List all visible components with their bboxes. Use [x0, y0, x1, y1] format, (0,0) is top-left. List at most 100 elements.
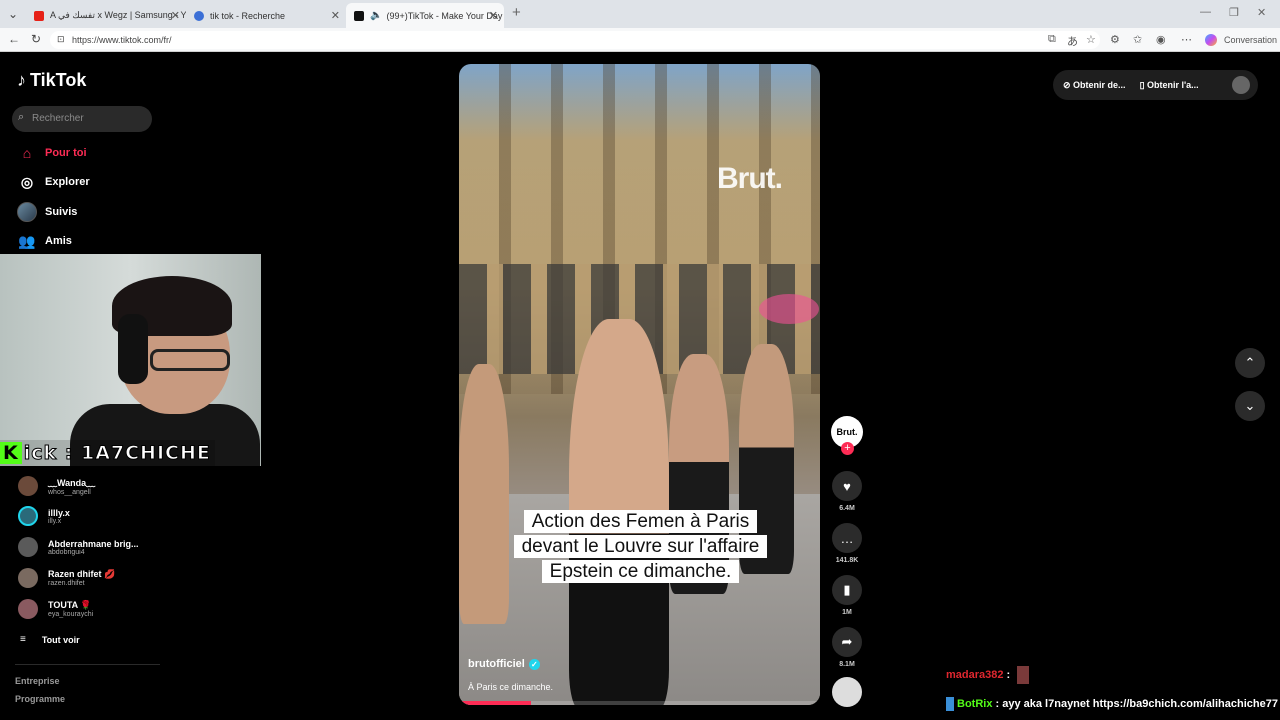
- search-input[interactable]: ⌕ Rechercher: [12, 106, 152, 132]
- tab-title: tik tok - Recherche: [210, 10, 286, 21]
- tiktok-logo[interactable]: ♪ TikTok: [17, 70, 86, 91]
- get-app-button[interactable]: ▯ Obtenir l'a...: [1140, 80, 1199, 91]
- avatar: [18, 476, 38, 496]
- logo-text: TikTok: [30, 70, 87, 90]
- see-all-label: Tout voir: [41, 634, 80, 645]
- url-field[interactable]: ⊡ https://www.tiktok.com/fr/: [50, 31, 1100, 49]
- account-handle: razen.dhifet: [48, 580, 85, 587]
- back-icon[interactable]: ←: [8, 32, 20, 46]
- kick-channel-name: ick : 1A7CHICHE: [23, 442, 211, 465]
- sound-button[interactable]: [831, 677, 863, 707]
- close-tab-icon[interactable]: ✕: [489, 9, 498, 22]
- maximize-icon[interactable]: ❐: [1229, 6, 1239, 19]
- share-button[interactable]: ➦ 8.1M: [831, 627, 863, 668]
- address-bar: ← ↻ ⊡ https://www.tiktok.com/fr/ ⧉ あ ☆ ⚙…: [0, 28, 1280, 52]
- conversation-button[interactable]: Conversation: [1224, 35, 1277, 45]
- video-progress-bar[interactable]: [459, 701, 820, 705]
- protester: [459, 364, 509, 624]
- minimize-icon[interactable]: —: [1200, 6, 1211, 18]
- comment-icon: …: [832, 523, 862, 553]
- open-in-app-icon[interactable]: ⧉: [1048, 33, 1056, 46]
- footer-link-company[interactable]: Entreprise: [15, 676, 60, 686]
- audio-playing-icon[interactable]: 🔈: [370, 10, 382, 21]
- see-all-button[interactable]: ≡ Tout voir: [18, 634, 80, 645]
- get-coins-button[interactable]: ⊘ Obtenir de...: [1063, 80, 1126, 91]
- video-progress-fill: [459, 701, 532, 705]
- close-tab-icon[interactable]: ✕: [331, 9, 340, 22]
- caption-line: Action des Femen à Paris: [523, 510, 758, 533]
- bot-badge-icon: [946, 697, 954, 711]
- comment-button[interactable]: … 141.8K: [831, 523, 863, 564]
- account-item[interactable]: TOUTA 🌹 eya_kouraychi: [18, 599, 93, 619]
- heart-icon: ♥: [832, 471, 862, 501]
- chevron-down-icon: ⌄: [1244, 398, 1256, 413]
- get-app-label: Obtenir l'a...: [1147, 79, 1199, 90]
- browser-tab-2[interactable]: tik tok - Recherche ✕: [186, 3, 346, 28]
- sidebar-item-for-you[interactable]: ⌂ Pour toi: [17, 143, 87, 163]
- verified-check-icon: ✓: [528, 658, 540, 670]
- previous-video-button[interactable]: ⌃: [1235, 348, 1265, 378]
- caption-line: Epstein ce dimanche.: [541, 560, 740, 583]
- account-item[interactable]: Razen dhifet 💋 razen.dhifet: [18, 568, 115, 588]
- bookmark-icon: ▮: [832, 575, 862, 605]
- header-actions: ⊘ Obtenir de... ▯ Obtenir l'a...: [1053, 70, 1258, 100]
- browser-tab-1[interactable]: A تفسك في x Wegz | Samsung - Yo ✕: [26, 3, 186, 28]
- headphones-icon: [118, 314, 148, 384]
- account-item[interactable]: Abderrahmane brig... abdobrigui4: [18, 537, 139, 557]
- new-tab-icon[interactable]: +: [512, 4, 521, 21]
- author-name: brutofficiel: [468, 658, 525, 670]
- chat-username: madara382: [946, 668, 1004, 681]
- close-tab-icon[interactable]: ✕: [171, 9, 180, 22]
- chat-username: BotRix: [957, 697, 993, 710]
- more-menu-icon[interactable]: ⋯: [1181, 33, 1192, 46]
- youtube-favicon-icon: [34, 10, 44, 21]
- streamer-webcam: [0, 254, 261, 466]
- avatar: [18, 537, 38, 557]
- site-info-icon[interactable]: ⊡: [57, 34, 65, 45]
- sidebar-item-label: Pour toi: [45, 147, 87, 159]
- close-window-icon[interactable]: ✕: [1257, 6, 1266, 19]
- next-video-button[interactable]: ⌄: [1235, 391, 1265, 421]
- chat-emote-icon: [1017, 666, 1030, 684]
- kick-channel-tag: K ick : 1A7CHICHE: [0, 440, 215, 466]
- copilot-icon[interactable]: [1205, 34, 1217, 46]
- compass-icon: ◎: [20, 173, 34, 190]
- sound-disc-icon: [832, 677, 862, 707]
- account-name: illly.x: [48, 507, 70, 518]
- pink-smoke: [759, 294, 819, 324]
- chat-message: madara382 :: [946, 666, 1030, 684]
- video-description: À Paris ce dimanche.: [468, 682, 554, 692]
- tab-list-chevron-icon[interactable]: ⌄: [8, 7, 18, 21]
- avatar: [18, 506, 38, 526]
- sidebar-item-following[interactable]: Suivis: [17, 202, 77, 222]
- account-name: Abderrahmane brig...: [48, 538, 139, 549]
- creator-avatar-button[interactable]: Brut. +: [831, 416, 863, 455]
- brut-watermark: Brut.: [717, 162, 783, 195]
- tab-title: (99+)TikTok - Make Your Day: [386, 10, 503, 21]
- extensions-icon[interactable]: ⚙: [1110, 33, 1120, 46]
- sidebar-item-friends[interactable]: 👥 Amis: [17, 231, 72, 251]
- collections-icon[interactable]: ✩: [1133, 33, 1142, 46]
- share-count: 8.1M: [839, 661, 855, 668]
- divider: [15, 664, 160, 665]
- browser-tab-3[interactable]: 🔈 (99+)TikTok - Make Your Day ✕: [346, 3, 504, 28]
- video-author[interactable]: brutofficiel ✓: [468, 658, 540, 670]
- sidebar-item-label: Suivis: [45, 206, 78, 218]
- account-item[interactable]: ﹏Wanda﹏ whos__angell: [18, 476, 95, 496]
- save-button[interactable]: ▮ 1M: [831, 575, 863, 616]
- favorite-star-icon[interactable]: ☆: [1086, 33, 1096, 46]
- account-item[interactable]: illly.x illy.x: [18, 506, 70, 526]
- profile-icon[interactable]: ◉: [1156, 33, 1166, 46]
- profile-avatar[interactable]: [1232, 76, 1250, 94]
- translate-icon[interactable]: あ: [1067, 33, 1078, 49]
- video-player[interactable]: Brut. Action des Femen à Paris devant le…: [459, 64, 820, 705]
- footer-link-program[interactable]: Programme: [15, 694, 65, 704]
- sidebar-item-explore[interactable]: ◎ Explorer: [17, 172, 90, 192]
- like-button[interactable]: ♥ 6.4M: [831, 471, 863, 512]
- comment-count: 141.8K: [835, 557, 859, 564]
- home-icon: ⌂: [22, 145, 32, 161]
- reload-icon[interactable]: ↻: [31, 32, 41, 46]
- follow-plus-icon[interactable]: +: [841, 442, 854, 455]
- save-count: 1M: [842, 609, 852, 616]
- video-caption: Action des Femen à Paris devant le Louvr…: [499, 509, 782, 584]
